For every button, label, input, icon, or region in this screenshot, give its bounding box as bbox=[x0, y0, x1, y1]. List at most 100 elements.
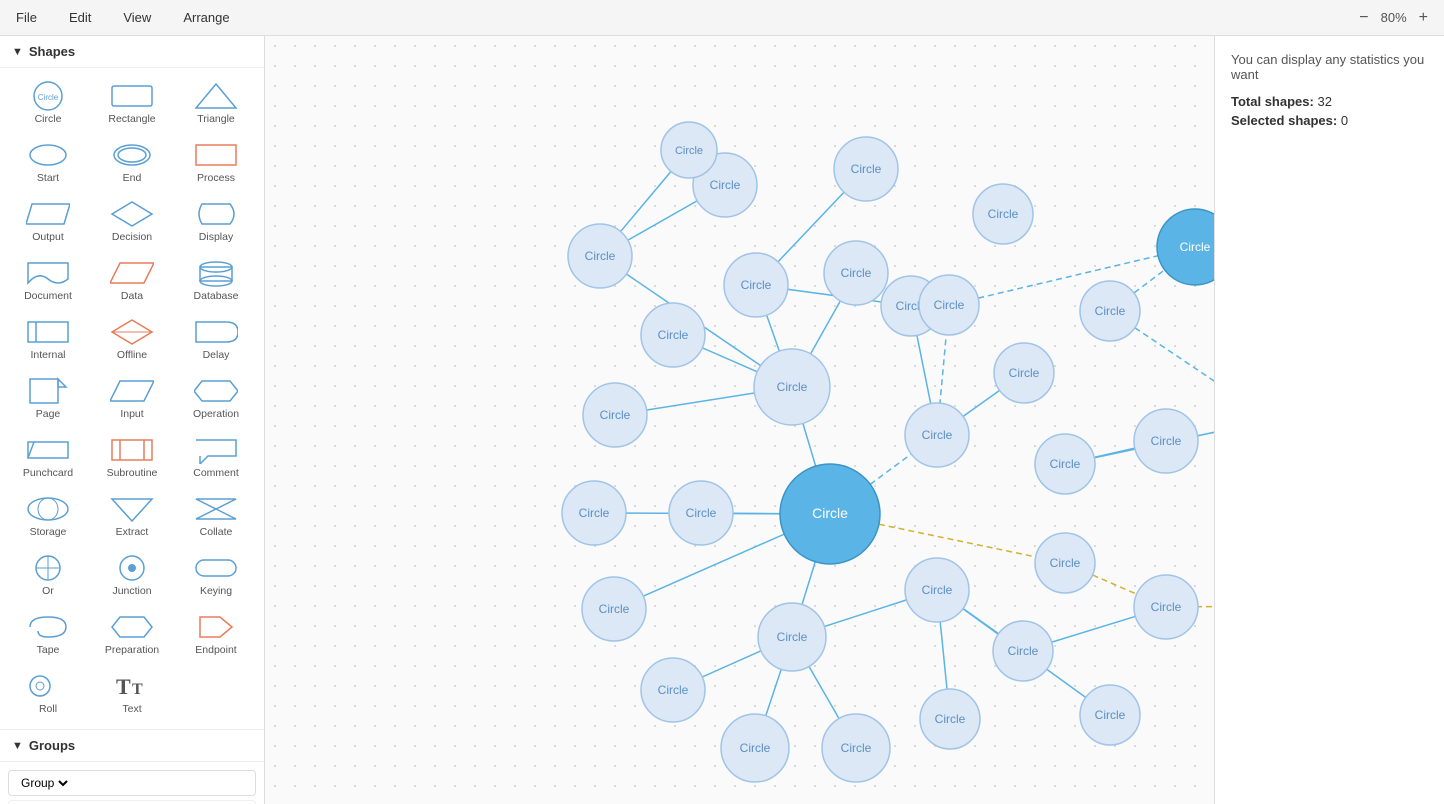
node-n9[interactable]: Circle bbox=[641, 303, 705, 367]
menu-edit[interactable]: Edit bbox=[63, 6, 97, 29]
node-label: Circle bbox=[675, 145, 703, 157]
node-n32[interactable]: Circle bbox=[1134, 575, 1198, 639]
shape-item-text[interactable]: TTText bbox=[92, 666, 172, 721]
node-n14[interactable]: Circle bbox=[994, 343, 1054, 403]
shape-item-preparation[interactable]: Preparation bbox=[92, 607, 172, 662]
node-n2[interactable]: Circle bbox=[834, 137, 898, 201]
shape-label-document: Document bbox=[24, 290, 72, 302]
node-label: Circle bbox=[935, 712, 966, 726]
menu-file[interactable]: File bbox=[10, 6, 43, 29]
shape-icon-circle: Circle bbox=[26, 82, 70, 110]
node-n31[interactable]: Circle bbox=[1080, 685, 1140, 745]
shape-item-tape[interactable]: Tape bbox=[8, 607, 88, 662]
node-n11[interactable]: Circle bbox=[583, 383, 647, 447]
shape-icon-text: TT bbox=[110, 672, 154, 700]
node-n13[interactable]: Circle bbox=[919, 275, 979, 335]
group-select[interactable]: Group bbox=[17, 775, 71, 791]
shape-item-roll[interactable]: Roll bbox=[8, 666, 88, 721]
shape-item-extract[interactable]: Extract bbox=[92, 489, 172, 544]
node-n24[interactable]: Circle bbox=[641, 658, 705, 722]
shape-label-comment: Comment bbox=[193, 467, 239, 479]
node-label: Circle bbox=[1009, 366, 1040, 380]
shape-item-or[interactable]: Or bbox=[8, 548, 88, 603]
shape-item-start[interactable]: Start bbox=[8, 135, 88, 190]
shapes-grid: CircleCircleRectangle Triangle StartEndPro… bbox=[0, 68, 264, 729]
shape-item-junction[interactable]: Junction bbox=[92, 548, 172, 603]
node-n3[interactable]: Circle bbox=[973, 184, 1033, 244]
node-n12[interactable]: Circle bbox=[905, 403, 969, 467]
shape-item-keying[interactable]: Keying bbox=[176, 548, 256, 603]
shape-item-database[interactable]: Database bbox=[176, 253, 256, 308]
node-n21[interactable]: Circle bbox=[562, 481, 626, 545]
node-n29[interactable]: Circle bbox=[993, 621, 1053, 681]
shape-item-internal[interactable]: Internal bbox=[8, 312, 88, 367]
right-panel: You can display any statistics you want … bbox=[1214, 36, 1444, 804]
node-n25[interactable]: Circle bbox=[721, 714, 789, 782]
zoom-in-button[interactable]: + bbox=[1413, 7, 1434, 29]
shape-item-comment[interactable]: Comment bbox=[176, 430, 256, 485]
shape-item-triangle[interactable]: Triangle bbox=[176, 76, 256, 131]
node-n5[interactable]: Circle bbox=[568, 224, 632, 288]
shape-icon-database bbox=[194, 259, 238, 287]
canvas-area[interactable]: CircleCircleCircleCircleCircleCircleCirc… bbox=[265, 36, 1214, 804]
shape-item-output[interactable]: Output bbox=[8, 194, 88, 249]
node-n28[interactable]: Circle bbox=[1035, 533, 1095, 593]
node-n17[interactable]: Circle bbox=[1157, 209, 1214, 285]
diagram-svg[interactable]: CircleCircleCircleCircleCircleCircleCirc… bbox=[265, 36, 1214, 804]
node-label: Circle bbox=[658, 328, 689, 342]
shape-label-triangle: Triangle bbox=[197, 113, 235, 125]
node-n30[interactable]: Circle bbox=[920, 689, 980, 749]
shape-item-input[interactable]: Input bbox=[92, 371, 172, 426]
shape-item-page[interactable]: Page bbox=[8, 371, 88, 426]
node-n26[interactable]: Circle bbox=[822, 714, 890, 782]
shape-item-document[interactable]: Document bbox=[8, 253, 88, 308]
shapes-section-header[interactable]: ▼ Shapes bbox=[0, 36, 264, 68]
svg-text:T: T bbox=[116, 674, 131, 699]
shape-item-offline[interactable]: Offline bbox=[92, 312, 172, 367]
shape-item-process[interactable]: Process bbox=[176, 135, 256, 190]
total-label: Total shapes: bbox=[1231, 94, 1314, 109]
node-n20[interactable]: Circle bbox=[669, 481, 733, 545]
shape-icon-page bbox=[26, 377, 70, 405]
node-n10[interactable]: Circle bbox=[754, 349, 830, 425]
node-n7[interactable]: Circle bbox=[824, 241, 888, 305]
node-n23[interactable]: Circle bbox=[582, 577, 646, 641]
menu-arrange[interactable]: Arrange bbox=[177, 6, 235, 29]
node-n18[interactable]: Circle bbox=[1080, 281, 1140, 341]
shape-icon-end bbox=[110, 141, 154, 169]
node-n15[interactable]: Circle bbox=[1035, 434, 1095, 494]
shape-item-data[interactable]: Data bbox=[92, 253, 172, 308]
shape-label-keying: Keying bbox=[200, 585, 232, 597]
shape-label-preparation: Preparation bbox=[105, 644, 159, 656]
shape-item-punchcard[interactable]: Punchcard bbox=[8, 430, 88, 485]
node-n27[interactable]: Circle bbox=[905, 558, 969, 622]
shape-item-endpoint[interactable]: Endpoint bbox=[176, 607, 256, 662]
shape-item-diamond[interactable]: Decision bbox=[92, 194, 172, 249]
shape-item-circle[interactable]: CircleCircle bbox=[8, 76, 88, 131]
selected-shapes-stat: Selected shapes: 0 bbox=[1231, 113, 1428, 128]
shape-item-end[interactable]: End bbox=[92, 135, 172, 190]
groups-section-header[interactable]: ▼ Groups bbox=[0, 730, 264, 762]
group-item[interactable]: Group bbox=[8, 770, 256, 796]
shape-item-subroutine[interactable]: Subroutine bbox=[92, 430, 172, 485]
node-label: Circle bbox=[1151, 600, 1182, 614]
node-n4[interactable]: Circle bbox=[661, 122, 717, 178]
shape-item-operation[interactable]: Operation bbox=[176, 371, 256, 426]
menu-view[interactable]: View bbox=[117, 6, 157, 29]
shape-icon-start bbox=[26, 141, 70, 169]
node-center[interactable]: Circle bbox=[780, 464, 880, 564]
shape-item-rect[interactable]: Rectangle bbox=[92, 76, 172, 131]
node-n22[interactable]: Circle bbox=[758, 603, 826, 671]
node-label: Circle bbox=[600, 408, 631, 422]
shape-item-display[interactable]: Display bbox=[176, 194, 256, 249]
zoom-out-button[interactable]: − bbox=[1353, 7, 1374, 29]
selected-value-num: 0 bbox=[1341, 113, 1348, 128]
shape-item-delay[interactable]: Delay bbox=[176, 312, 256, 367]
zoom-controls: − 80% + bbox=[1353, 7, 1434, 29]
shape-label-database: Database bbox=[194, 290, 239, 302]
shape-item-collate[interactable]: Collate bbox=[176, 489, 256, 544]
node-n6[interactable]: Circle bbox=[724, 253, 788, 317]
shape-icon-junction bbox=[110, 554, 154, 582]
node-n16[interactable]: Circle bbox=[1134, 409, 1198, 473]
shape-item-storage[interactable]: Storage bbox=[8, 489, 88, 544]
